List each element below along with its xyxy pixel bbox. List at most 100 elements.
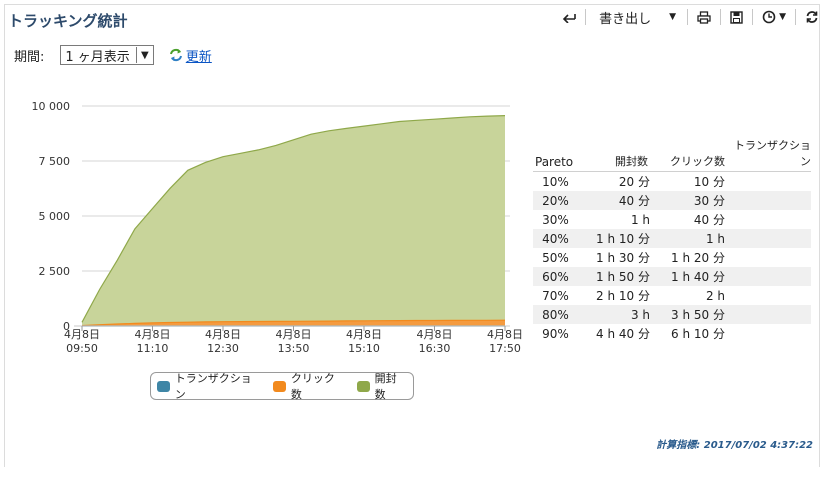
refresh-label: 更新: [185, 49, 212, 65]
legend-swatch: [273, 380, 286, 392]
table-cell: 10%: [542, 174, 569, 189]
floppy-disk-icon: [730, 10, 743, 24]
period-label: 期間:: [14, 49, 45, 65]
table-cell: 1 h 20 分: [671, 251, 725, 265]
x-tick-time-label: 11:10: [137, 342, 169, 355]
series-area-2: [82, 115, 505, 326]
calculation-timestamp: 計算指標: 2017/07/02 4:37:22: [656, 440, 813, 451]
x-tick-time-label: 13:50: [278, 342, 310, 355]
back-arrow-icon: [563, 14, 576, 23]
pareto-header-cell: トランザクション: [734, 139, 811, 168]
period-select[interactable]: 1 ヶ月表示 ▼: [60, 45, 154, 65]
table-cell: 1 h 50 分: [596, 270, 650, 284]
table-row: 60% 1 h 50 分 1 h 40 分: [533, 267, 811, 286]
history-dropdown[interactable]: ▼: [756, 7, 792, 27]
x-tick-date-label: 4月8日: [64, 328, 100, 341]
x-tick-time-label: 16:30: [419, 342, 451, 355]
table-cell: 90%: [542, 326, 569, 341]
table-cell: 1 h 30 分: [596, 251, 650, 265]
tracking-chart: 02 5005 0007 50010 0004月8日09:504月8日11:10…: [32, 100, 524, 355]
table-cell: 40 分: [693, 213, 725, 227]
table-cell: 1 h: [705, 231, 725, 246]
table-cell: 20 分: [618, 175, 650, 189]
legend-item-transaction[interactable]: トランザクション: [157, 370, 261, 402]
x-tick-time-label: 15:10: [348, 342, 380, 355]
toolbar-separator: [687, 9, 689, 25]
table-cell: 20%: [542, 193, 569, 208]
reload-icon: [806, 11, 818, 23]
pareto-header-cell: 開封数: [615, 155, 648, 168]
table-row: 40% 1 h 10 分 1 h: [533, 229, 811, 248]
x-tick-time-label: 17:50: [489, 342, 521, 355]
table-row: 90% 4 h 40 分 6 h 10 分: [533, 324, 811, 343]
table-cell: 2 h: [705, 288, 725, 303]
legend-label: 開封数: [374, 372, 397, 401]
table-row: 20% 40 分 30 分: [533, 191, 811, 210]
y-tick-label: 5 000: [39, 210, 71, 223]
table-cell: 50%: [542, 250, 569, 265]
save-button[interactable]: [724, 7, 749, 27]
x-tick-date-label: 4月8日: [487, 328, 523, 341]
table-row: 70% 2 h 10 分 2 h: [533, 286, 811, 305]
table-cell: 30%: [542, 212, 569, 227]
toolbar-separator: [720, 9, 722, 25]
chart-legend: トランザクション クリック数 開封数: [150, 370, 414, 402]
period-row: 期間: 1 ヶ月表示 ▼ 更新: [14, 45, 212, 65]
table-cell: 60%: [542, 269, 569, 284]
pareto-table: Pareto 開封数 クリック数 トランザクション 10% 20 分 10 分 20%…: [533, 139, 811, 343]
toolbar-separator: [795, 9, 796, 25]
table-cell: 40%: [542, 231, 569, 246]
page-title: トラッキング統計: [8, 12, 128, 30]
table-cell: 6 h 10 分: [671, 327, 725, 341]
toolbar-separator: [585, 9, 587, 25]
table-cell: 3 h: [630, 307, 650, 322]
pareto-header: Pareto 開封数 クリック数 トランザクション: [533, 139, 811, 172]
legend-label: クリック数: [290, 372, 335, 401]
table-cell: 3 h 50 分: [671, 308, 725, 322]
period-selected-value: 1 ヶ月表示: [65, 49, 130, 65]
table-row: 30% 1 h 40 分: [533, 210, 811, 229]
legend-swatch: [157, 380, 170, 392]
y-tick-label: 7 500: [39, 155, 71, 168]
y-tick-label: 10 000: [32, 100, 71, 113]
x-tick-date-label: 4月8日: [276, 328, 312, 341]
legend-item-opens[interactable]: 開封数: [356, 370, 407, 402]
table-cell: 1 h: [630, 212, 650, 227]
table-row: 50% 1 h 30 分 1 h 20 分: [533, 248, 811, 267]
table-cell: 2 h 10 分: [596, 289, 650, 303]
refresh-link[interactable]: 更新: [168, 46, 212, 65]
x-tick-date-label: 4月8日: [135, 328, 171, 341]
legend-label: トランザクション: [174, 372, 252, 401]
x-tick-time-label: 12:30: [207, 342, 239, 355]
export-label: 書き出し: [599, 11, 652, 27]
x-tick-date-label: 4月8日: [417, 328, 453, 341]
printer-icon: [697, 10, 711, 24]
toolbar-separator: [752, 9, 754, 25]
chevron-down-icon: ▼: [779, 12, 786, 22]
reload-button[interactable]: [799, 7, 825, 27]
table-cell: 80%: [542, 307, 569, 322]
legend-item-clicks[interactable]: クリック数: [273, 370, 345, 402]
pareto-body: 10% 20 分 10 分 20% 40 分 30 分 30% 1 h 40 分 40% 1 h 1…: [533, 172, 811, 343]
export-dropdown[interactable]: 書き出し ▼: [589, 7, 684, 27]
y-tick-label: 2 500: [39, 265, 71, 278]
table-row: 10% 20 分 10 分: [533, 172, 811, 191]
table-cell: 1 h 10 分: [596, 232, 650, 246]
refresh-icon: [169, 48, 182, 62]
x-tick-date-label: 4月8日: [346, 328, 382, 341]
table-cell: 70%: [542, 288, 569, 303]
table-cell: 1 h 40 分: [671, 270, 725, 284]
x-tick-date-label: 4月8日: [205, 328, 241, 341]
clock-icon: [762, 10, 776, 24]
chevron-down-icon: ▼: [135, 47, 153, 63]
print-button[interactable]: [691, 7, 717, 27]
legend-swatch: [356, 380, 370, 392]
pareto-header-cell: クリック数: [670, 155, 725, 168]
table-cell: 4 h 40 分: [596, 327, 650, 341]
chevron-down-icon: ▼: [669, 12, 677, 22]
table-cell: 40 分: [618, 194, 650, 208]
toolbar: 書き出し ▼ ▼: [556, 7, 825, 27]
back-button[interactable]: [556, 7, 582, 27]
pareto-header-cell: Pareto: [535, 155, 574, 169]
table-cell: 10 分: [693, 175, 725, 189]
